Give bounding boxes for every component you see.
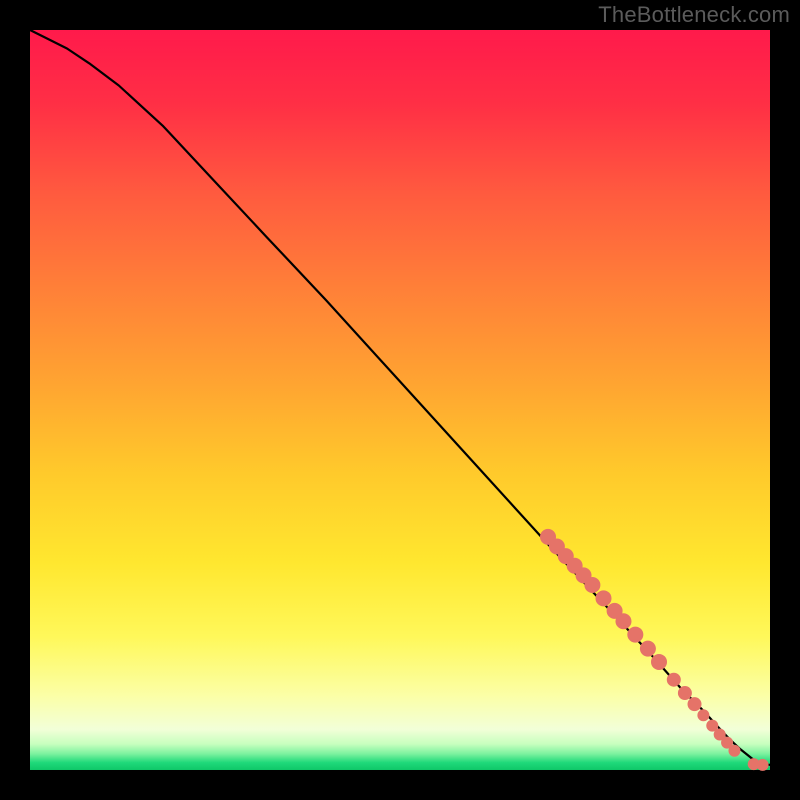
marker-point xyxy=(697,709,709,721)
marker-point xyxy=(667,673,681,687)
marker-point xyxy=(584,577,600,593)
marker-point xyxy=(615,613,631,629)
marker-point xyxy=(596,590,612,606)
chart-stage: TheBottleneck.com xyxy=(0,0,800,800)
marker-point xyxy=(678,686,692,700)
marker-point xyxy=(757,759,769,771)
marker-point xyxy=(651,654,667,670)
chart-svg xyxy=(0,0,800,800)
marker-point xyxy=(688,697,702,711)
marker-point xyxy=(627,627,643,643)
watermark-text: TheBottleneck.com xyxy=(598,2,790,28)
marker-point xyxy=(728,745,740,757)
marker-point xyxy=(640,641,656,657)
